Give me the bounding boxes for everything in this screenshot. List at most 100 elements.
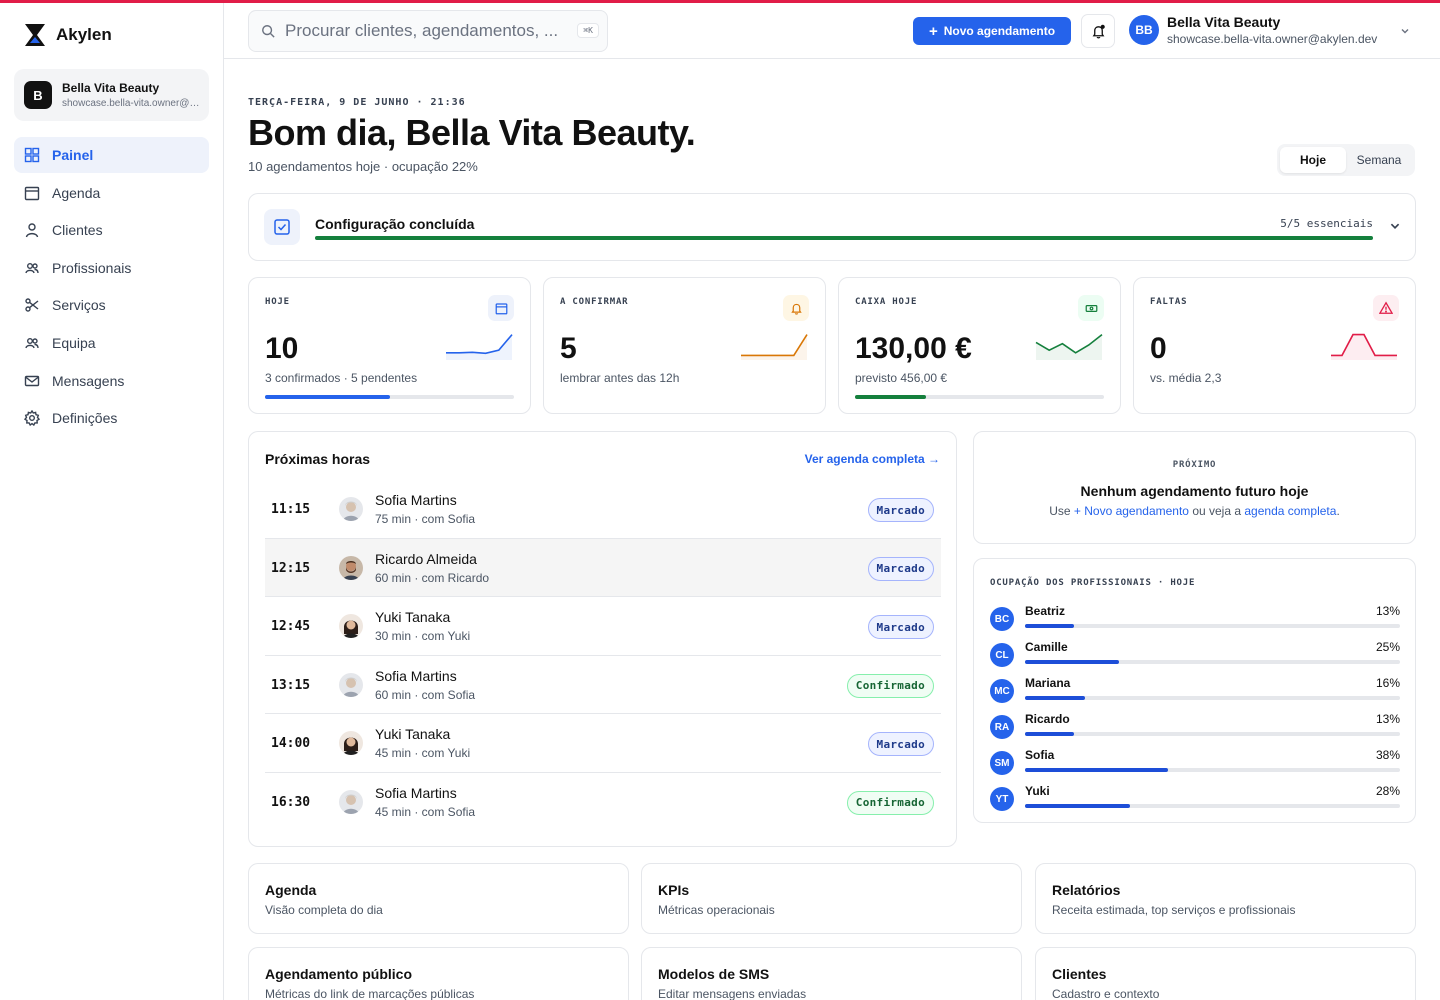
sidebar-item-agenda[interactable]: Agenda — [14, 175, 209, 211]
status-badge: Marcado — [867, 498, 934, 522]
kpi-value: 10 — [265, 332, 299, 365]
new-appointment-button[interactable]: + Novo agendamento — [913, 17, 1071, 45]
new-appointment-link[interactable]: + Novo agendamento — [1074, 504, 1189, 518]
kpi-progress-fill — [265, 395, 390, 399]
professional-name: Ricardo — [1025, 712, 1070, 726]
user-menu[interactable]: BB Bella Vita Beauty showcase.bella-vita… — [1129, 14, 1377, 46]
tile-desc: Editar mensagens enviadas — [658, 987, 807, 1000]
full-agenda-link[interactable]: agenda completa — [1244, 504, 1336, 518]
status-badge: Marcado — [867, 556, 934, 581]
avatar — [339, 555, 363, 580]
upcoming-title: Próximas horas — [265, 451, 371, 467]
tile-desc: Cadastro e contexto — [1052, 987, 1160, 1000]
kpi-progress — [855, 395, 1104, 399]
status-badge: Confirmado — [846, 673, 934, 698]
next-subtitle: Use + Novo agendamento ou veja a agenda … — [974, 504, 1415, 518]
tab-semana[interactable]: Semana — [1346, 147, 1412, 173]
kpi-sub: vs. média 2,3 — [1150, 371, 1222, 385]
appointment-client: Sofia Martins — [375, 784, 457, 801]
search-input[interactable]: Procurar clientes, agendamentos, ... ⌘K — [248, 10, 608, 52]
appointment-client: Sofia Martins — [375, 667, 457, 684]
brand[interactable]: Akylen — [24, 23, 112, 47]
appointment-meta: 30 min · com Yuki — [375, 629, 471, 644]
sidebar-item-label: Mensagens — [52, 372, 125, 389]
kpi-card-a-confirmar[interactable]: A CONFIRMAR 5 lembrar antes das 12h — [543, 277, 826, 414]
tile-agenda[interactable]: Agenda Visão completa do dia — [248, 863, 629, 934]
sidebar-item-clientes[interactable]: Clientes — [14, 212, 209, 248]
appointment-row[interactable]: 12:15 Ricardo Almeida 60 min · com Ricar… — [265, 538, 941, 598]
user-name: Bella Vita Beauty — [1167, 14, 1281, 30]
appointment-client: Yuki Tanaka — [375, 726, 451, 743]
avatar: RA — [990, 715, 1014, 739]
current-date: TERÇA-FEIRA, 9 DE JUNHO · 21:36 — [248, 97, 466, 108]
kpi-label: FALTAS — [1150, 297, 1188, 307]
sidebar-item-painel[interactable]: Painel — [14, 137, 209, 173]
avatar: MC — [990, 679, 1014, 703]
appointment-row[interactable]: 14:00 Yuki Tanaka 45 min · com Yuki Marc… — [265, 714, 941, 773]
kpi-card-hoje[interactable]: HOJE 10 3 confirmados · 5 pendentes — [248, 277, 531, 414]
sidebar-item-servicos[interactable]: Serviços — [14, 287, 209, 323]
kpi-value: 5 — [560, 332, 577, 365]
occupancy-panel: OCUPAÇÃO DOS PROFISSIONAIS · HOJE BC Bea… — [973, 558, 1416, 823]
kpi-label: HOJE — [265, 297, 290, 307]
next-appointment-panel: PRÓXIMO Nenhum agendamento futuro hoje U… — [973, 431, 1416, 544]
occupancy-percent: 13% — [1375, 712, 1400, 726]
cash-icon — [1078, 295, 1104, 321]
professional-name: Sofia — [1025, 748, 1055, 762]
gear-icon — [24, 410, 40, 427]
page-title: Bom dia, Bella Vita Beauty. — [248, 112, 696, 153]
avatar: CL — [990, 643, 1014, 667]
setup-card[interactable]: Configuração concluída 5/5 essenciais — [248, 193, 1416, 261]
chevron-down-icon[interactable] — [1389, 220, 1401, 232]
appointment-time: 16:30 — [271, 794, 311, 810]
appointment-client: Sofia Martins — [375, 492, 457, 508]
kpi-value: 0 — [1150, 332, 1167, 365]
kpi-card-faltas[interactable]: FALTAS 0 vs. média 2,3 — [1133, 277, 1416, 414]
kpi-card-caixa-hoje[interactable]: CAIXA HOJE 130,00 € previsto 456,00 € — [838, 277, 1121, 414]
avatar — [339, 731, 363, 756]
tile-modelos-sms[interactable]: Modelos de SMS Editar mensagens enviadas — [641, 947, 1022, 1000]
professional-name: Beatriz — [1025, 604, 1066, 618]
tile-kpis[interactable]: KPIs Métricas operacionais — [641, 863, 1022, 934]
setup-progress-fill — [315, 236, 1373, 240]
occupancy-bar-fill — [1025, 624, 1074, 628]
occupancy-bar — [1025, 732, 1400, 736]
avatar: YT — [990, 787, 1014, 811]
tile-title: KPIs — [658, 882, 690, 898]
professional-name: Mariana — [1025, 676, 1071, 690]
tenant-email: showcase.bella-vita.owner@akylen.dev — [62, 98, 200, 109]
sidebar-item-definicoes[interactable]: Definições — [14, 400, 209, 436]
sidebar-item-label: Definições — [52, 410, 118, 427]
sidebar-nav: Painel Agenda Clientes Profissionais Ser… — [14, 137, 209, 438]
appointment-row[interactable]: 11:15 Sofia Martins 75 min · com Sofia M… — [265, 480, 941, 539]
avatar — [339, 672, 363, 697]
kpi-sub: 3 confirmados · 5 pendentes — [265, 371, 418, 385]
occupancy-percent: 38% — [1375, 748, 1400, 762]
tile-relatorios[interactable]: Relatórios Receita estimada, top serviço… — [1035, 863, 1416, 934]
occupancy-title: OCUPAÇÃO DOS PROFISSIONAIS · HOJE — [990, 578, 1196, 588]
full-agenda-link[interactable]: Ver agenda completa → — [805, 452, 940, 466]
professional-name: Yuki — [1025, 784, 1050, 798]
tenant-switcher[interactable]: B Bella Vita Beauty showcase.bella-vita.… — [14, 69, 209, 121]
sidebar-item-label: Serviços — [52, 297, 106, 314]
avatar — [339, 789, 363, 814]
sidebar-item-equipa[interactable]: Equipa — [14, 325, 209, 361]
sidebar-item-profissionais[interactable]: Profissionais — [14, 250, 209, 286]
kpi-progress — [265, 395, 514, 399]
appointment-row[interactable]: 12:45 Yuki Tanaka 30 min · com Yuki Marc… — [265, 597, 941, 656]
tile-agendamento-publico[interactable]: Agendamento público Métricas do link de … — [248, 947, 629, 1000]
occupancy-percent: 16% — [1375, 676, 1400, 690]
sidebar-item-mensagens[interactable]: Mensagens — [14, 363, 209, 399]
tile-title: Modelos de SMS — [658, 966, 770, 982]
appointment-row[interactable]: 16:30 Sofia Martins 45 min · com Sofia C… — [265, 773, 941, 832]
tile-clientes[interactable]: Clientes Cadastro e contexto — [1035, 947, 1416, 1000]
notifications-button[interactable] — [1081, 14, 1115, 48]
appointment-client: Ricardo Almeida — [375, 550, 477, 567]
sidebar-item-label: Agenda — [52, 184, 101, 201]
occupancy-bar — [1025, 768, 1400, 772]
tab-hoje[interactable]: Hoje — [1280, 147, 1346, 173]
chevron-down-icon[interactable] — [1400, 26, 1410, 36]
appointment-time: 14:00 — [271, 736, 311, 752]
next-sub-middle: ou veja a — [1192, 504, 1242, 518]
appointment-row[interactable]: 13:15 Sofia Martins 60 min · com Sofia C… — [265, 656, 941, 715]
